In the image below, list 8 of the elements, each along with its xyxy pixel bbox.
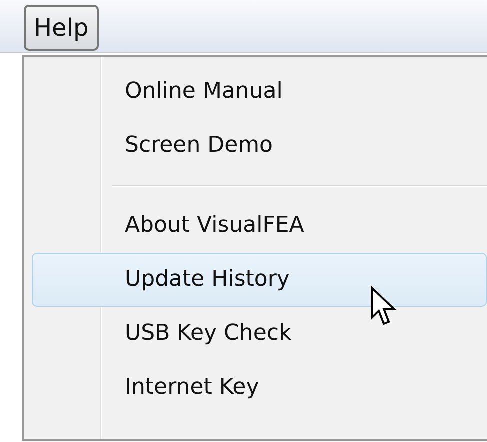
menu-item[interactable]: Update History — [32, 253, 487, 307]
menu-item[interactable]: Internet Key — [32, 361, 487, 415]
help-menu[interactable]: Help — [24, 5, 99, 51]
menu-item[interactable]: About VisualFEA — [32, 199, 487, 253]
mouse-pointer-icon — [370, 286, 398, 328]
menu-item[interactable]: Online Manual — [32, 65, 487, 119]
menu-item[interactable]: Screen Demo — [32, 119, 487, 173]
menu-item[interactable]: USB Key Check — [32, 307, 487, 361]
